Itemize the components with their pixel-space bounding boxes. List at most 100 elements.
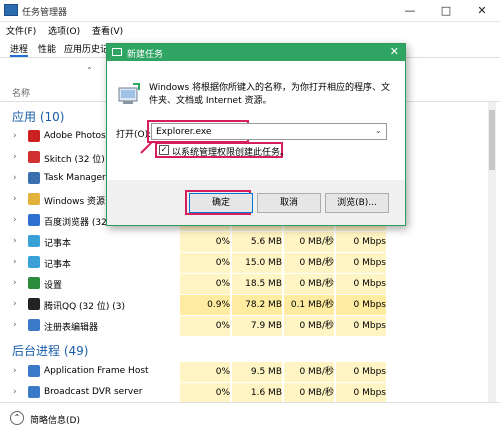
metric-cell: 0 Mbps — [336, 232, 387, 252]
open-input[interactable] — [151, 123, 387, 140]
metric-cell: 0% — [180, 232, 231, 252]
process-row[interactable]: › Application Frame Host 0% 9.5 MB 0 MB/秒 0 M… — [0, 362, 490, 382]
chevron-right-icon[interactable]: › — [13, 236, 17, 246]
process-row[interactable]: › Broadcast DVR server 0% 1.6 MB 0 MB/秒 0 Mbp… — [0, 383, 490, 403]
chevron-right-icon[interactable]: › — [13, 366, 17, 376]
app-icon — [28, 130, 40, 142]
process-name: 百度浏览器 (32 — [44, 218, 107, 228]
metric-cell: 7.9 MB — [232, 316, 283, 336]
metric-cell: 0% — [180, 362, 231, 382]
dialog-close-button[interactable]: ✕ — [390, 45, 399, 58]
title-bar: 任务管理器 — □ ✕ — [0, 0, 500, 22]
process-name: Broadcast DVR server — [44, 387, 143, 397]
metric-cell: 0.1 MB/秒 — [284, 295, 335, 315]
chevron-right-icon[interactable]: › — [13, 278, 17, 288]
process-metrics: 0% 1.6 MB 0 MB/秒 0 Mbps — [180, 383, 490, 403]
cancel-button[interactable]: 取消 — [257, 193, 321, 213]
chevron-right-icon[interactable]: › — [13, 152, 17, 162]
dialog-title-bar: 新建任务 ✕ — [107, 44, 405, 61]
process-row[interactable]: › 设置 0% 18.5 MB 0 MB/秒 0 Mbps — [0, 274, 490, 294]
window-icon — [112, 48, 122, 56]
tab-app-history[interactable]: 应用历史记 — [64, 42, 109, 55]
metric-cell: 0 MB/秒 — [284, 316, 335, 336]
admin-checkbox-label[interactable]: 以系统管理权限创建此任务。 — [172, 145, 289, 158]
app-icon — [28, 386, 40, 398]
chevron-right-icon[interactable]: › — [13, 387, 17, 397]
chevron-right-icon[interactable]: › — [13, 320, 17, 330]
dialog-description: Windows 将根据你所键入的名称，为你打开相应的程序、文件夹、文档或 Int… — [149, 83, 391, 106]
metric-cell: 9.5 MB — [232, 362, 283, 382]
process-name: 记事本 — [44, 260, 72, 270]
menu-options[interactable]: 选项(O) — [48, 24, 80, 37]
chevron-down-icon[interactable]: ⌄ — [375, 126, 382, 135]
process-row[interactable]: › 腾讯QQ (32 位) (3) 0.9% 78.2 MB 0.1 MB/秒 0 Mbp… — [0, 295, 490, 315]
chevron-right-icon[interactable]: › — [13, 131, 17, 141]
process-name: 注册表编辑器 — [44, 323, 99, 333]
metric-cell: 5.6 MB — [232, 232, 283, 252]
metric-cell: 0 Mbps — [336, 253, 387, 273]
metric-cell: 18.5 MB — [232, 274, 283, 294]
dialog-button-bar: 确定 取消 浏览(B)... — [107, 180, 405, 225]
process-row[interactable]: › 记事本 0% 5.6 MB 0 MB/秒 0 Mbps — [0, 232, 490, 252]
process-name: 腾讯QQ (32 位) (3) — [44, 302, 125, 312]
app-icon — [28, 277, 40, 289]
process-name: Adobe Photos — [44, 131, 106, 141]
scrollbar-thumb[interactable] — [489, 110, 495, 170]
chevron-right-icon[interactable]: › — [13, 299, 17, 309]
run-program-icon — [118, 83, 140, 104]
process-name: Application Frame Host — [44, 366, 149, 376]
process-metrics: 0% 7.9 MB 0 MB/秒 0 Mbps — [180, 316, 490, 336]
chevron-right-icon[interactable]: › — [13, 215, 17, 225]
sort-chevron-icon[interactable]: ⌃ — [86, 66, 93, 75]
metric-cell: 0 MB/秒 — [284, 274, 335, 294]
collapse-icon[interactable]: ⌃ — [10, 411, 24, 425]
chevron-right-icon[interactable]: › — [13, 173, 17, 183]
metric-cell: 0 Mbps — [336, 383, 387, 403]
new-task-dialog: 新建任务 ✕ Windows 将根据你所键入的名称，为你打开相应的程序、文件夹、… — [106, 43, 406, 226]
app-icon — [28, 172, 40, 184]
browse-button[interactable]: 浏览(B)... — [325, 193, 389, 213]
tab-performance[interactable]: 性能 — [38, 42, 56, 55]
app-icon — [28, 214, 40, 226]
metric-cell: 0% — [180, 383, 231, 403]
process-row[interactable]: › 注册表编辑器 0% 7.9 MB 0 MB/秒 0 Mbps — [0, 316, 490, 336]
metric-cell: 0 Mbps — [336, 274, 387, 294]
chevron-right-icon[interactable]: › — [13, 257, 17, 267]
metric-cell: 0% — [180, 316, 231, 336]
process-metrics: 0% 9.5 MB 0 MB/秒 0 Mbps — [180, 362, 490, 382]
process-row[interactable]: › 记事本 0% 15.0 MB 0 MB/秒 0 Mbps — [0, 253, 490, 273]
metric-cell: 1.6 MB — [232, 383, 283, 403]
process-name: Windows 资源 — [44, 197, 106, 207]
metric-cell: 0% — [180, 253, 231, 273]
apps-group-header: 应用 (10) — [12, 110, 65, 124]
menu-file[interactable]: 文件(F) — [6, 24, 36, 37]
window-title: 任务管理器 — [22, 8, 68, 18]
metric-cell: 78.2 MB — [232, 295, 283, 315]
open-label: 打开(O): — [116, 130, 152, 140]
minimize-button[interactable]: — — [392, 0, 428, 22]
metric-cell: 0 MB/秒 — [284, 232, 335, 252]
app-icon — [28, 256, 40, 268]
app-icon — [28, 235, 40, 247]
metric-cell: 0 Mbps — [336, 295, 387, 315]
process-name: 记事本 — [44, 239, 72, 249]
menu-bar: 文件(F) 选项(O) 查看(V) — [0, 22, 500, 38]
name-column-header[interactable]: 名称 — [12, 86, 30, 99]
fewer-details-link[interactable]: 简略信息(D) — [30, 413, 80, 426]
metric-cell: 15.0 MB — [232, 253, 283, 273]
scrollbar[interactable] — [488, 102, 496, 402]
ok-button[interactable]: 确定 — [189, 193, 253, 213]
process-name: 设置 — [44, 281, 63, 291]
footer: ⌃ 简略信息(D) — [0, 402, 500, 441]
chevron-right-icon[interactable]: › — [13, 194, 17, 204]
menu-view[interactable]: 查看(V) — [92, 24, 123, 37]
close-button[interactable]: ✕ — [464, 0, 500, 22]
tab-processes[interactable]: 进程 — [10, 42, 29, 57]
background-group-header: 后台进程 (49) — [12, 344, 89, 358]
metric-cell: 0.9% — [180, 295, 231, 315]
app-icon — [28, 151, 40, 163]
process-name: Skitch (32 位) — [44, 155, 105, 165]
admin-checkbox[interactable]: ✓ — [159, 145, 169, 155]
maximize-button[interactable]: □ — [428, 0, 464, 22]
metric-cell: 0 Mbps — [336, 316, 387, 336]
